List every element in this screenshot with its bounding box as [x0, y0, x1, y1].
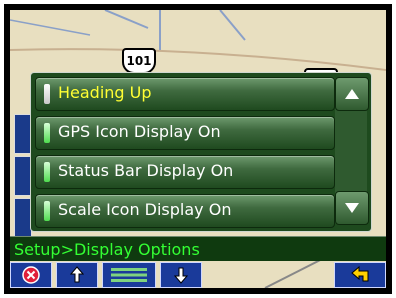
menu-item-label: Scale Icon Display On	[58, 200, 232, 219]
menu-item-status-bar[interactable]: Status Bar Display On	[35, 155, 335, 189]
menu-item-label: Status Bar Display On	[58, 161, 234, 180]
up-triangle-icon	[345, 89, 359, 99]
down-arrow-icon	[174, 267, 188, 284]
circle-x-icon	[22, 266, 40, 284]
indicator-on-icon	[44, 201, 50, 221]
scroll-up-button[interactable]	[335, 77, 369, 111]
indicator-off-icon	[44, 84, 50, 104]
status-bar: Setup>Display Options	[10, 236, 386, 261]
breadcrumb: Setup>Display Options	[14, 240, 200, 259]
down-triangle-icon	[345, 203, 359, 213]
display-options-menu: Heading Up GPS Icon Display On Status Ba…	[30, 72, 372, 232]
list-icon	[111, 268, 147, 282]
list-menu-button[interactable]	[102, 262, 156, 288]
indicator-on-icon	[44, 123, 50, 143]
menu-item-heading-up[interactable]: Heading Up	[35, 77, 335, 111]
page-down-button[interactable]	[160, 262, 202, 288]
page-up-button[interactable]	[56, 262, 98, 288]
menu-item-label: Heading Up	[58, 83, 152, 102]
back-button[interactable]	[334, 262, 386, 288]
device-frame: 101 Heading Up GPS Icon Display On Statu…	[4, 4, 392, 294]
close-button[interactable]	[10, 262, 52, 288]
route-shield: 101	[122, 48, 156, 74]
menu-item-scale-icon[interactable]: Scale Icon Display On	[35, 194, 335, 228]
scroll-down-button[interactable]	[335, 191, 369, 225]
menu-items: Heading Up GPS Icon Display On Status Ba…	[35, 77, 335, 233]
indicator-on-icon	[44, 162, 50, 182]
menu-item-gps-icon[interactable]: GPS Icon Display On	[35, 116, 335, 150]
menu-scrollbar[interactable]	[335, 77, 369, 225]
up-arrow-icon	[70, 266, 84, 283]
return-arrow-icon	[351, 266, 369, 282]
menu-item-label: GPS Icon Display On	[58, 122, 221, 141]
bottom-toolbar	[10, 262, 386, 288]
